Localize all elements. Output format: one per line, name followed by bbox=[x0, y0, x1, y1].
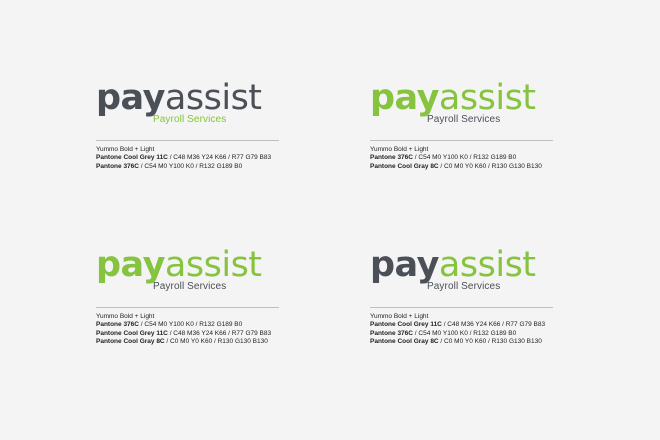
logo-variant-4: payassist Payroll Services Yummo Bold + … bbox=[370, 245, 570, 345]
logo-variant-3: payassist Payroll Services Yummo Bold + … bbox=[96, 245, 296, 345]
swatch-values: / C0 M0 Y0 K60 / R130 G130 B130 bbox=[164, 338, 268, 346]
logo: payassist Payroll Services bbox=[370, 245, 570, 297]
wordmark: payassist bbox=[370, 245, 536, 285]
swatch-values: / C48 M36 Y24 K66 / R77 G79 B83 bbox=[441, 321, 546, 329]
color-specs: Yummo Bold + Light Pantone Cool Grey 11C… bbox=[96, 146, 271, 171]
tagline: Payroll Services bbox=[153, 281, 227, 292]
typeface-line: Yummo Bold + Light bbox=[96, 146, 155, 153]
color-specs: Yummo Bold + Light Pantone 376C / C54 M0… bbox=[370, 146, 542, 171]
divider bbox=[370, 307, 553, 308]
swatch-values: / C54 M0 Y100 K0 / R132 G189 B0 bbox=[139, 321, 243, 329]
swatch-values: / C0 M0 Y0 K60 / R130 G130 B130 bbox=[438, 338, 542, 346]
logo-variant-2: payassist Payroll Services Yummo Bold + … bbox=[370, 78, 570, 170]
wordmark-pay: pay bbox=[370, 78, 439, 118]
logo: payassist Payroll Services bbox=[96, 78, 296, 130]
wordmark-assist: assist bbox=[438, 245, 536, 285]
swatch-line: Pantone Cool Grey 11C / C48 M36 Y24 K66 … bbox=[370, 321, 545, 329]
color-specs: Yummo Bold + Light Pantone 376C / C54 M0… bbox=[96, 313, 271, 347]
typeface-line: Yummo Bold + Light bbox=[370, 146, 429, 153]
swatch-name: Pantone Cool Gray 8C bbox=[370, 162, 439, 170]
swatch-line: Pantone 376C / C54 M0 Y100 K0 / R132 G18… bbox=[96, 321, 271, 329]
wordmark: payassist bbox=[370, 78, 536, 118]
swatch-name: Pantone Cool Gray 8C bbox=[96, 338, 165, 346]
swatch-values: / C48 M36 Y24 K66 / R77 G79 B83 bbox=[167, 329, 272, 337]
swatch-line: Pantone 376C / C54 M0 Y100 K0 / R132 G18… bbox=[96, 163, 271, 171]
logo-variant-1: payassist Payroll Services Yummo Bold + … bbox=[96, 78, 296, 170]
wordmark: payassist bbox=[96, 78, 262, 118]
typeface-line: Yummo Bold + Light bbox=[370, 313, 429, 320]
swatch-line: Pantone Cool Gray 8C / C0 M0 Y0 K60 / R1… bbox=[96, 338, 271, 346]
swatch-line: Pantone Cool Gray 8C / C0 M0 Y0 K60 / R1… bbox=[370, 338, 545, 346]
tagline: Payroll Services bbox=[153, 114, 227, 125]
swatch-name: Pantone 376C bbox=[96, 321, 139, 329]
swatch-name: Pantone Cool Grey 11C bbox=[96, 329, 168, 337]
logo: payassist Payroll Services bbox=[96, 245, 296, 297]
swatch-values: / C54 M0 Y100 K0 / R132 G189 B0 bbox=[413, 154, 517, 162]
tagline: Payroll Services bbox=[427, 281, 501, 292]
divider bbox=[96, 307, 279, 308]
swatch-line: Pantone 376C / C54 M0 Y100 K0 / R132 G18… bbox=[370, 154, 542, 162]
swatch-line: Pantone 376C / C54 M0 Y100 K0 / R132 G18… bbox=[370, 330, 545, 338]
wordmark: payassist bbox=[96, 245, 262, 285]
swatch-values: / C54 M0 Y100 K0 / R132 G189 B0 bbox=[413, 329, 517, 337]
swatch-name: Pantone Cool Gray 8C bbox=[370, 338, 439, 346]
divider bbox=[96, 140, 279, 141]
swatch-name: Pantone Cool Grey 11C bbox=[96, 154, 168, 162]
swatch-line: Pantone Cool Gray 8C / C0 M0 Y0 K60 / R1… bbox=[370, 163, 542, 171]
tagline: Payroll Services bbox=[427, 114, 501, 125]
swatch-name: Pantone Cool Grey 11C bbox=[370, 321, 442, 329]
swatch-name: Pantone 376C bbox=[370, 329, 413, 337]
color-specs: Yummo Bold + Light Pantone Cool Grey 11C… bbox=[370, 313, 545, 347]
wordmark-assist: assist bbox=[438, 78, 536, 118]
swatch-line: Pantone Cool Grey 11C / C48 M36 Y24 K66 … bbox=[96, 330, 271, 338]
wordmark-pay: pay bbox=[96, 245, 165, 285]
wordmark-pay: pay bbox=[96, 78, 165, 118]
swatch-values: / C48 M36 Y24 K66 / R77 G79 B83 bbox=[167, 154, 272, 162]
swatch-line: Pantone Cool Grey 11C / C48 M36 Y24 K66 … bbox=[96, 154, 271, 162]
typeface-line: Yummo Bold + Light bbox=[96, 313, 155, 320]
wordmark-assist: assist bbox=[164, 245, 262, 285]
swatch-name: Pantone 376C bbox=[370, 154, 413, 162]
swatch-values: / C54 M0 Y100 K0 / R132 G189 B0 bbox=[139, 162, 243, 170]
wordmark-pay: pay bbox=[370, 245, 439, 285]
swatch-values: / C0 M0 Y0 K60 / R130 G130 B130 bbox=[438, 162, 542, 170]
divider bbox=[370, 140, 553, 141]
wordmark-assist: assist bbox=[164, 78, 262, 118]
swatch-name: Pantone 376C bbox=[96, 162, 139, 170]
logo: payassist Payroll Services bbox=[370, 78, 570, 130]
